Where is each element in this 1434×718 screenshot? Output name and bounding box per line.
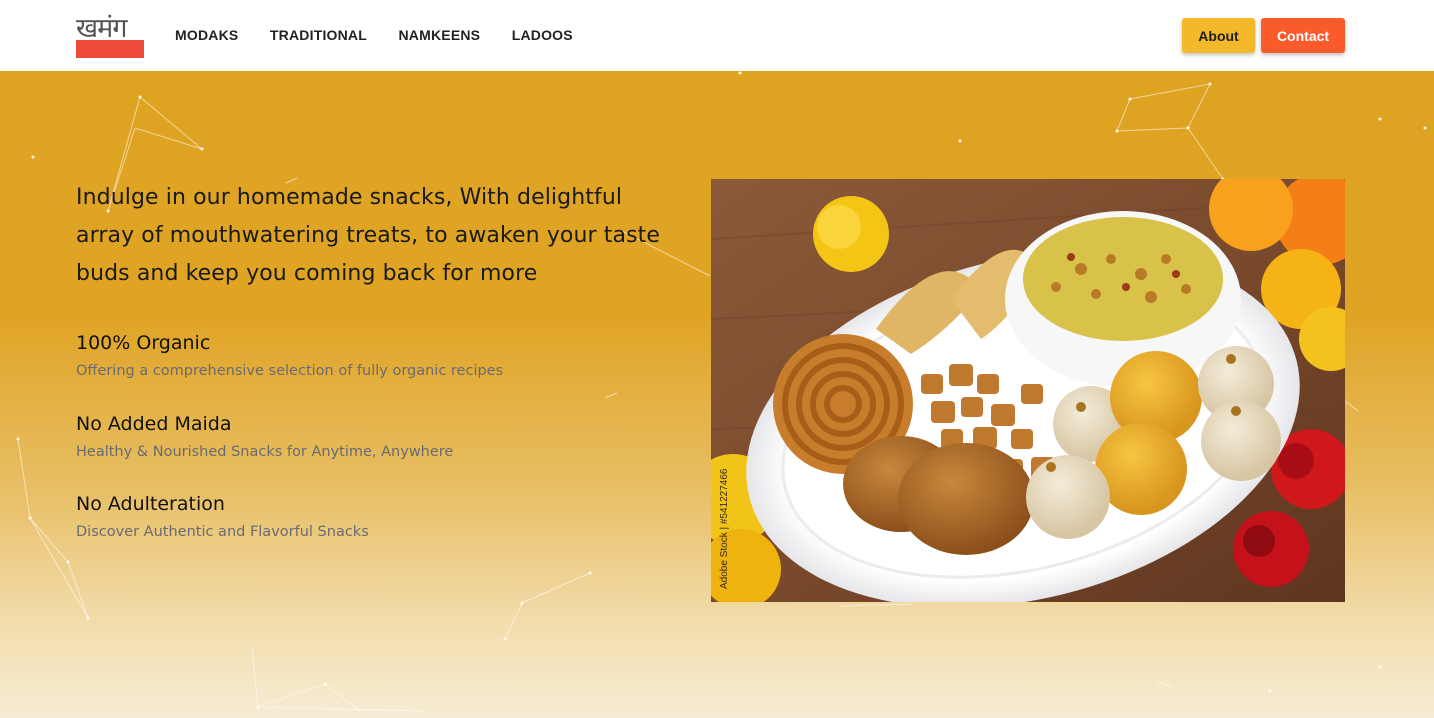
- feature-title: 100% Organic: [76, 332, 211, 354]
- feature-description: Offering a comprehensive selection of fu…: [76, 363, 504, 379]
- brand-logo[interactable]: खमंग: [76, 14, 144, 58]
- nav-link-modaks[interactable]: MODAKS: [175, 26, 238, 44]
- nav-link-ladoos[interactable]: LADOOS: [512, 26, 573, 44]
- snacks-plate-image: [711, 179, 1345, 602]
- nav-link-namkeens[interactable]: NAMKEENS: [399, 26, 481, 44]
- feature-title: No Added Maida: [76, 413, 232, 435]
- feature-no-maida: No Added Maida Healthy & Nourished Snack…: [76, 412, 676, 462]
- feature-organic: 100% Organic Offering a comprehensive se…: [76, 331, 676, 381]
- hero-section: Indulge in our homemade snacks, With del…: [0, 71, 1434, 718]
- logo-text: खमंग: [76, 14, 127, 44]
- feature-description: Healthy & Nourished Snacks for Anytime, …: [76, 444, 454, 460]
- main-nav: MODAKS TRADITIONAL NAMKEENS LADOOS: [175, 26, 604, 44]
- about-button[interactable]: About: [1182, 18, 1255, 53]
- feature-description: Discover Authentic and Flavorful Snacks: [76, 524, 369, 540]
- feature-no-adulteration: No Adulteration Discover Authentic and F…: [76, 492, 676, 542]
- navbar: खमंग MODAKS TRADITIONAL NAMKEENS LADOOS …: [0, 0, 1434, 71]
- feature-title: No Adulteration: [76, 493, 225, 515]
- nav-link-traditional[interactable]: TRADITIONAL: [270, 26, 367, 44]
- hero-tagline: Indulge in our homemade snacks, With del…: [76, 185, 661, 286]
- contact-button[interactable]: Contact: [1261, 18, 1345, 53]
